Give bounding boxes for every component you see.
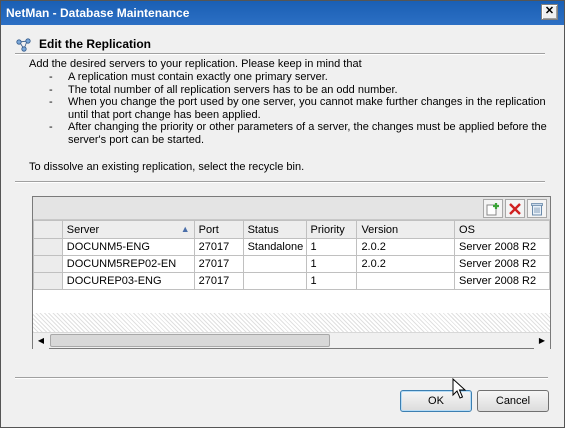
grid-toolbar [33, 197, 550, 220]
cell-version[interactable]: 2.0.2 [356, 255, 456, 273]
cell-server[interactable]: DOCUNM5REP02-EN [61, 255, 195, 273]
rule-item: - The total number of all replication ser… [49, 83, 398, 96]
remove-server-button[interactable] [505, 199, 525, 218]
column-header-server[interactable]: Server ▲ [61, 220, 195, 239]
servers-grid-panel: Server ▲ Port Status Priority Version OS … [32, 196, 551, 349]
cell-priority[interactable]: 1 [305, 238, 358, 256]
grid-empty-area [33, 313, 550, 332]
row-selector[interactable] [33, 238, 63, 256]
window-title: NetMan - Database Maintenance [6, 6, 190, 20]
table-header-row: Server ▲ Port Status Priority Version OS [33, 220, 550, 239]
cell-port[interactable]: 27017 [193, 272, 244, 290]
content-divider [15, 181, 545, 183]
cancel-button[interactable]: Cancel [477, 390, 549, 412]
add-icon [486, 203, 499, 216]
cell-os[interactable]: Server 2008 R2 [454, 255, 550, 273]
cell-status[interactable] [242, 255, 307, 273]
dissolve-hint: To dissolve an existing replication, sel… [29, 161, 305, 173]
horizontal-scrollbar[interactable]: ◀ ▶ [33, 332, 550, 349]
header-divider [15, 53, 545, 55]
close-button[interactable]: ✕ [541, 4, 558, 20]
row-selector[interactable] [33, 255, 63, 273]
add-server-button[interactable] [483, 199, 503, 218]
cell-version[interactable]: 2.0.2 [356, 238, 456, 256]
cell-version[interactable] [356, 272, 456, 290]
rule-item: - When you change the port used by one se… [49, 96, 546, 121]
cell-os[interactable]: Server 2008 R2 [454, 272, 550, 290]
cell-priority[interactable]: 1 [305, 255, 358, 273]
rule-item: - After changing the priority or other pa… [49, 121, 547, 146]
dialog-window: NetMan - Database Maintenance ✕ Edit the… [0, 0, 565, 428]
sort-ascending-icon: ▲ [180, 223, 190, 234]
description-intro: Add the desired servers to your replicat… [29, 58, 362, 70]
dialog-content: Edit the Replication Add the desired ser… [1, 25, 564, 427]
cell-port[interactable]: 27017 [193, 255, 244, 273]
cell-status[interactable]: Standalone [242, 238, 307, 256]
table-row[interactable]: DOCUNM5-ENG 27017 Standalone 1 2.0.2 Ser… [33, 238, 550, 256]
rule-item: -A replication must contain exactly one … [49, 71, 328, 83]
column-header-port[interactable]: Port [193, 220, 244, 239]
column-header-priority[interactable]: Priority [305, 220, 358, 239]
rules-list: -A replication must contain exactly one … [49, 71, 559, 147]
scroll-thumb[interactable] [50, 334, 330, 347]
column-header-os[interactable]: OS [454, 220, 550, 239]
recycle-bin-button[interactable] [527, 199, 547, 218]
mouse-cursor-icon [452, 378, 466, 399]
scroll-right-icon[interactable]: ▶ [534, 333, 550, 349]
cell-server[interactable]: DOCUREP03-ENG [61, 272, 195, 290]
scroll-left-icon[interactable]: ◀ [33, 333, 49, 349]
cell-os[interactable]: Server 2008 R2 [454, 238, 550, 256]
delete-icon [509, 203, 521, 215]
table-row[interactable]: DOCUREP03-ENG 27017 1 Server 2008 R2 [33, 272, 550, 290]
cell-status[interactable] [242, 272, 307, 290]
replication-icon [16, 38, 31, 52]
recycle-bin-icon [531, 203, 543, 216]
cell-server[interactable]: DOCUNM5-ENG [61, 238, 195, 256]
row-header-corner [33, 220, 63, 239]
title-bar[interactable]: NetMan - Database Maintenance ✕ [1, 1, 564, 25]
column-header-version[interactable]: Version [356, 220, 456, 239]
section-title: Edit the Replication [39, 37, 152, 51]
servers-table: Server ▲ Port Status Priority Version OS … [33, 220, 550, 290]
table-row[interactable]: DOCUNM5REP02-EN 27017 1 2.0.2 Server 200… [33, 255, 550, 273]
footer-divider [15, 377, 548, 379]
column-header-status[interactable]: Status [242, 220, 307, 239]
row-selector[interactable] [33, 272, 63, 290]
cell-port[interactable]: 27017 [193, 238, 244, 256]
cell-priority[interactable]: 1 [305, 272, 358, 290]
